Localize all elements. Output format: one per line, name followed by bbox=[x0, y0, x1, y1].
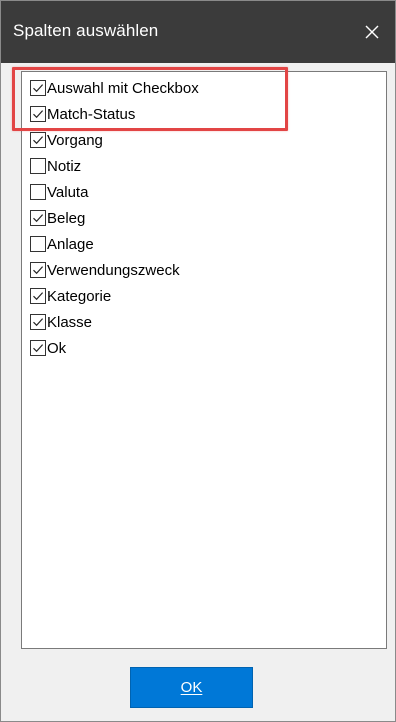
list-item-valuta[interactable]: Valuta bbox=[30, 180, 88, 204]
list-item-notiz[interactable]: Notiz bbox=[30, 154, 81, 178]
column-chooser-dialog: Spalten auswählen Auswahl mit Checkbox M… bbox=[0, 0, 396, 722]
list-item-label: Kategorie bbox=[47, 287, 112, 305]
list-item-label: Vorgang bbox=[47, 131, 103, 149]
checkbox[interactable] bbox=[30, 236, 46, 252]
list-item-label: Match-Status bbox=[47, 105, 136, 123]
checkmark-icon bbox=[33, 84, 44, 93]
checkbox[interactable] bbox=[30, 158, 46, 174]
list-item-auswahl-mit-checkbox[interactable]: Auswahl mit Checkbox bbox=[30, 76, 199, 100]
list-item-label: Anlage bbox=[47, 235, 94, 253]
list-item-label: Klasse bbox=[47, 313, 93, 331]
checkbox[interactable] bbox=[30, 262, 46, 278]
title-bar[interactable]: Spalten auswählen bbox=[1, 1, 395, 63]
list-item-anlage[interactable]: Anlage bbox=[30, 232, 94, 256]
list-item-ok[interactable]: Ok bbox=[30, 336, 66, 360]
ok-button-label: OK bbox=[180, 679, 203, 696]
close-icon bbox=[365, 25, 379, 39]
checkbox[interactable] bbox=[30, 314, 46, 330]
column-list[interactable]: Auswahl mit Checkbox Match-Status Vorgan… bbox=[21, 71, 387, 649]
checkbox[interactable] bbox=[30, 210, 46, 226]
checkmark-icon bbox=[33, 136, 44, 145]
ok-button[interactable]: OK bbox=[130, 667, 253, 708]
checkmark-icon bbox=[33, 266, 44, 275]
list-item-verwendungszweck[interactable]: Verwendungszweck bbox=[30, 258, 180, 282]
checkmark-icon bbox=[33, 292, 44, 301]
checkbox[interactable] bbox=[30, 80, 46, 96]
list-item-beleg[interactable]: Beleg bbox=[30, 206, 85, 230]
dialog-title: Spalten auswählen bbox=[13, 21, 159, 40]
list-item-label: Valuta bbox=[47, 183, 89, 201]
list-item-label: Notiz bbox=[47, 157, 82, 175]
list-item-label: Ok bbox=[47, 339, 67, 357]
close-button[interactable] bbox=[349, 1, 395, 63]
checkmark-icon bbox=[33, 318, 44, 327]
checkbox[interactable] bbox=[30, 106, 46, 122]
checkbox[interactable] bbox=[30, 132, 46, 148]
list-item-label: Auswahl mit Checkbox bbox=[47, 79, 199, 97]
list-item-kategorie[interactable]: Kategorie bbox=[30, 284, 111, 308]
checkmark-icon bbox=[33, 344, 44, 353]
checkbox[interactable] bbox=[30, 184, 46, 200]
list-item-label: Verwendungszweck bbox=[47, 261, 180, 279]
checkmark-icon bbox=[33, 214, 44, 223]
list-item-label: Beleg bbox=[47, 209, 86, 227]
checkbox[interactable] bbox=[30, 288, 46, 304]
list-item-klasse[interactable]: Klasse bbox=[30, 310, 92, 334]
list-item-match-status[interactable]: Match-Status bbox=[30, 102, 135, 126]
checkbox[interactable] bbox=[30, 340, 46, 356]
checkmark-icon bbox=[33, 110, 44, 119]
list-item-vorgang[interactable]: Vorgang bbox=[30, 128, 103, 152]
